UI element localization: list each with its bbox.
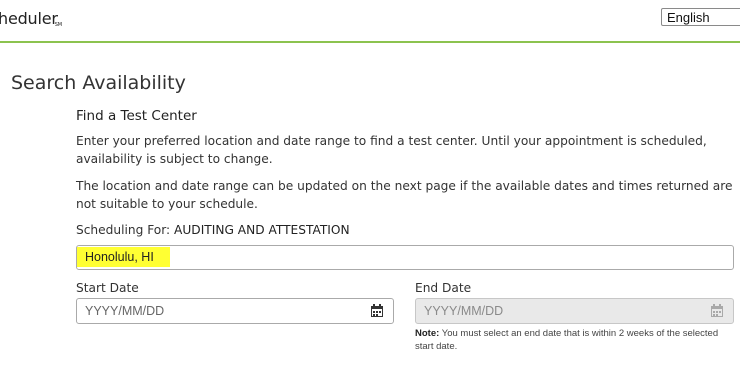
end-date-placeholder: YYYY/MM/DD [424,304,504,318]
scheduling-for: Scheduling For: AUDITING AND ATTESTATION [76,223,350,237]
brand-trademark: SM [54,22,62,28]
start-date-placeholder: YYYY/MM/DD [85,304,165,318]
calendar-icon [711,304,723,317]
start-date-label: Start Date [76,281,139,295]
note-label: Note: [415,328,440,339]
end-date-note: Note: You must select an end date that i… [415,327,730,353]
calendar-icon[interactable] [371,304,383,317]
start-date-input[interactable]: YYYY/MM/DD [76,298,394,324]
note-text: You must select an end date that is with… [415,328,719,352]
brand-logo: hedulerSM [0,9,62,28]
language-select[interactable]: English [661,8,740,26]
exam-name: AUDITING AND ATTESTATION [174,223,350,237]
update-note-text: The location and date range can be updat… [76,179,733,211]
end-date-label: End Date [415,281,472,295]
top-bar: hedulerSM English [0,0,740,43]
scheduling-label: Scheduling For: [76,223,171,237]
end-date-input: YYYY/MM/DD [415,298,734,324]
brand-text: heduler [0,9,58,28]
section-title: Find a Test Center [76,108,197,124]
location-value: Honolulu, HI [85,250,154,264]
intro-text: Enter your preferred location and date r… [76,134,707,166]
location-input[interactable]: Honolulu, HI [76,245,734,270]
page-title: Search Availability [11,72,186,94]
